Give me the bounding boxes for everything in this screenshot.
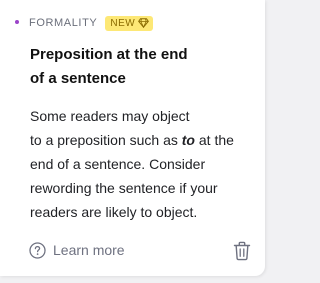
dismiss-button[interactable] <box>232 240 252 262</box>
explanation-line-1: Some readers may object <box>30 108 190 124</box>
question-circle-icon <box>29 241 46 259</box>
emphasized-word: to <box>181 132 195 148</box>
suggestion-explanation: Some readers may object to a preposition… <box>30 104 258 224</box>
learn-more-link[interactable]: Learn more <box>29 239 125 261</box>
title-line-1: Preposition at the end <box>30 46 188 63</box>
explanation-text: at the <box>194 132 234 148</box>
suggestion-title: Preposition at the end of a sentence <box>30 43 230 91</box>
gem-icon <box>138 18 150 28</box>
trash-icon <box>233 241 251 261</box>
explanation-text: to a preposition such as <box>30 132 182 148</box>
explanation-line-4: rewording the sentence if your <box>30 180 218 196</box>
explanation-line-2: to a preposition such as to at the <box>30 128 258 152</box>
category-dot-icon <box>15 20 19 24</box>
suggestion-card: FORMALITY NEW Preposition at the end of … <box>0 0 265 276</box>
category-label: FORMALITY <box>29 17 98 29</box>
learn-more-label: Learn more <box>53 242 125 258</box>
category-row: FORMALITY NEW <box>15 13 154 33</box>
explanation-line-3: end of a sentence. Consider <box>30 156 206 172</box>
new-badge-label: NEW <box>110 17 136 29</box>
title-line-2: of a sentence <box>30 70 126 87</box>
new-badge: NEW <box>105 15 154 31</box>
explanation-line-5: readers are likely to object. <box>30 204 198 220</box>
